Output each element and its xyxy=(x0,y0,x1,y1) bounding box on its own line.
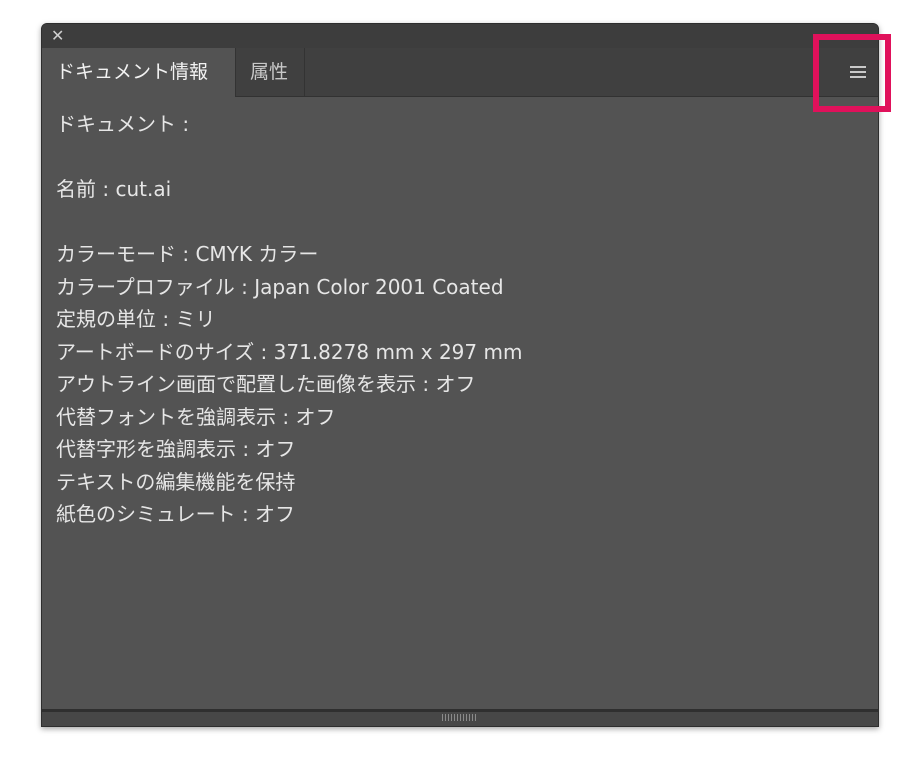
document-info-panel: ✕ ドキュメント情報 属性 ドキュメント : 名前 : cut.ai カラーモー… xyxy=(41,23,879,727)
document-name: 名前 : cut.ai xyxy=(56,177,172,201)
menu-highlight-box xyxy=(813,34,891,112)
info-line-outline-images: アウトライン画面で配置した画像を表示 : オフ xyxy=(56,372,476,396)
panel-resize-bar xyxy=(42,709,878,726)
panel-tab-bar: ドキュメント情報 属性 xyxy=(42,48,878,97)
tab-attributes[interactable]: 属性 xyxy=(235,48,305,96)
document-info-content: ドキュメント : 名前 : cut.ai カラーモード : CMYK カラー カ… xyxy=(56,108,864,531)
resize-grip-icon[interactable] xyxy=(442,714,478,721)
close-icon[interactable]: ✕ xyxy=(51,28,67,44)
info-line-ruler-units: 定規の単位 : ミリ xyxy=(56,307,216,331)
info-line-paper-color: 紙色のシミュレート : オフ xyxy=(56,502,296,526)
info-line-substituted-fonts: 代替フォントを強調表示 : オフ xyxy=(56,404,336,429)
info-line-substituted-glyphs: 代替字形を強調表示 : オフ xyxy=(56,437,296,461)
info-line-color-profile: カラープロファイル : Japan Color 2001 Coated xyxy=(56,274,504,299)
info-line-artboard-size: アートボードのサイズ : 371.8278 mm x 297 mm xyxy=(56,339,523,364)
panel-title-bar[interactable]: ✕ xyxy=(42,24,878,49)
info-line-preserve-text: テキストの編集機能を保持 xyxy=(56,469,296,494)
document-heading: ドキュメント : xyxy=(56,112,190,136)
info-line-color-mode: カラーモード : CMYK カラー xyxy=(56,242,319,266)
tab-document-info[interactable]: ドキュメント情報 xyxy=(42,48,235,97)
